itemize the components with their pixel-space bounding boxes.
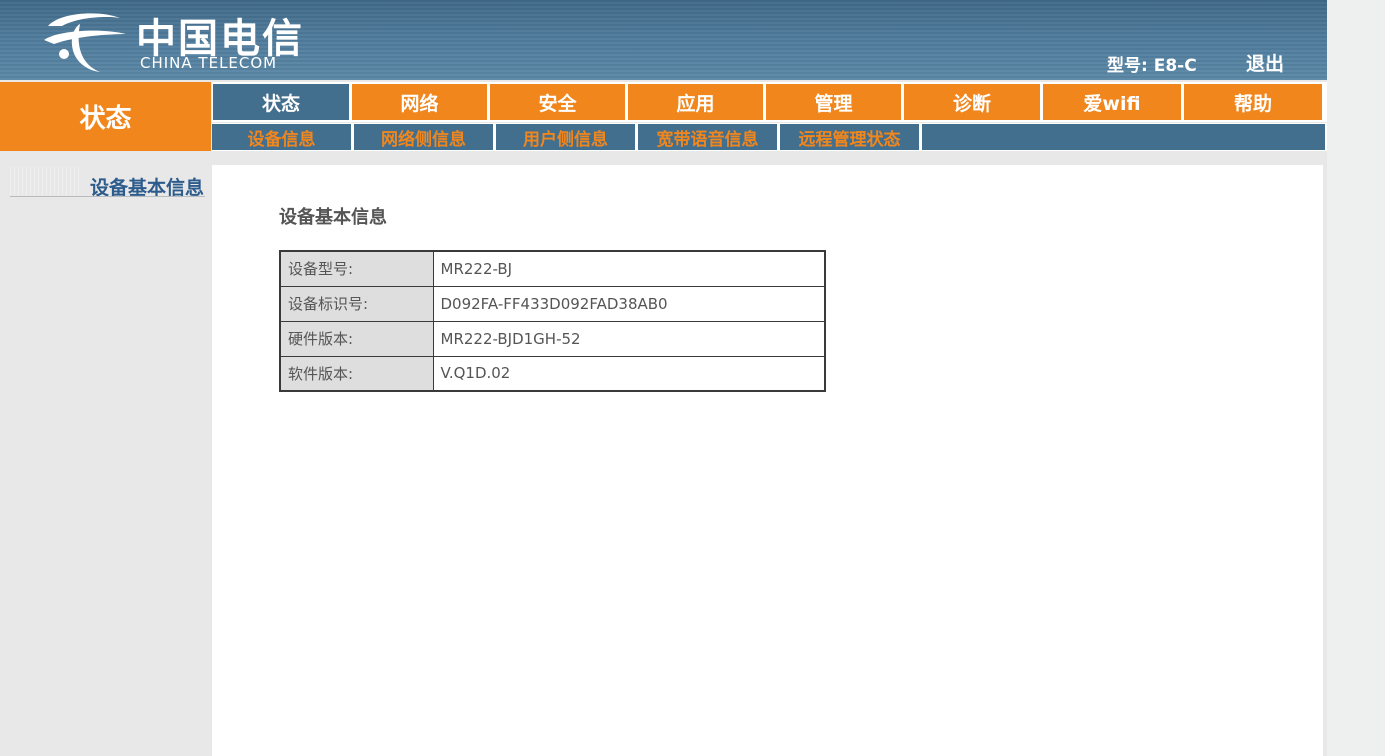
row-key: 设备标识号: — [279, 285, 434, 322]
page-frame: 中国电信 CHINA TELECOM 型号: E8-C 退出 状态 状态 网络 … — [0, 0, 1327, 756]
row-value: V.Q1D.02 — [432, 355, 826, 392]
nav-tab-security[interactable]: 安全 — [490, 84, 625, 120]
nav-tab-aiwifi[interactable]: 爱wifi — [1043, 84, 1181, 120]
sidebar-divider — [10, 196, 205, 197]
subnav-remote-mgmt-status[interactable]: 远程管理状态 — [780, 124, 919, 150]
subnav-filler — [922, 124, 1325, 150]
nav-tab-management[interactable]: 管理 — [766, 84, 901, 120]
row-key: 硬件版本: — [279, 320, 434, 357]
logout-button[interactable]: 退出 — [1246, 49, 1284, 76]
main-nav: 状态 网络 安全 应用 管理 诊断 爱wifi 帮助 — [212, 82, 1327, 122]
nav-tab-network[interactable]: 网络 — [352, 84, 487, 120]
subnav-device-info[interactable]: 设备信息 — [212, 124, 351, 150]
row-value: MR222-BJD1GH-52 — [432, 320, 826, 357]
row-value: D092FA-FF433D092FAD38AB0 — [432, 285, 826, 322]
table-row: 设备型号: MR222-BJ — [279, 250, 826, 287]
china-telecom-logo: 中国电信 CHINA TELECOM — [40, 4, 340, 76]
nav-tab-status[interactable]: 状态 — [213, 84, 349, 120]
subnav-user-side-info[interactable]: 用户侧信息 — [496, 124, 635, 150]
brand-name-en: CHINA TELECOM — [140, 54, 278, 72]
sub-nav: 设备信息 网络侧信息 用户侧信息 宽带语音信息 远程管理状态 — [212, 123, 1327, 151]
subnav-network-side-info[interactable]: 网络侧信息 — [354, 124, 493, 150]
header-banner: 中国电信 CHINA TELECOM 型号: E8-C 退出 — [0, 0, 1327, 80]
telecom-swirl-icon — [44, 13, 126, 72]
nav-tab-help[interactable]: 帮助 — [1184, 84, 1322, 120]
row-key: 设备型号: — [279, 250, 434, 287]
device-info-table: 设备型号: MR222-BJ 设备标识号: D092FA-FF433D092FA… — [279, 250, 826, 392]
table-row: 软件版本: V.Q1D.02 — [279, 355, 826, 392]
sidebar: 设备基本信息 — [0, 151, 211, 756]
table-row: 设备标识号: D092FA-FF433D092FAD38AB0 — [279, 285, 826, 322]
table-row: 硬件版本: MR222-BJD1GH-52 — [279, 320, 826, 357]
section-title: 状态 — [0, 82, 211, 151]
page-title: 设备基本信息 — [279, 207, 387, 228]
subnav-voip-info[interactable]: 宽带语音信息 — [638, 124, 777, 150]
nav-tab-application[interactable]: 应用 — [628, 84, 763, 120]
row-value: MR222-BJ — [432, 250, 826, 287]
main-content: 设备基本信息 设备型号: MR222-BJ 设备标识号: D092FA-FF43… — [212, 165, 1323, 756]
sidebar-decoration — [10, 167, 80, 195]
nav-tab-diagnosis[interactable]: 诊断 — [904, 84, 1040, 120]
row-key: 软件版本: — [279, 355, 434, 392]
model-label: 型号: E8-C — [1107, 56, 1197, 76]
